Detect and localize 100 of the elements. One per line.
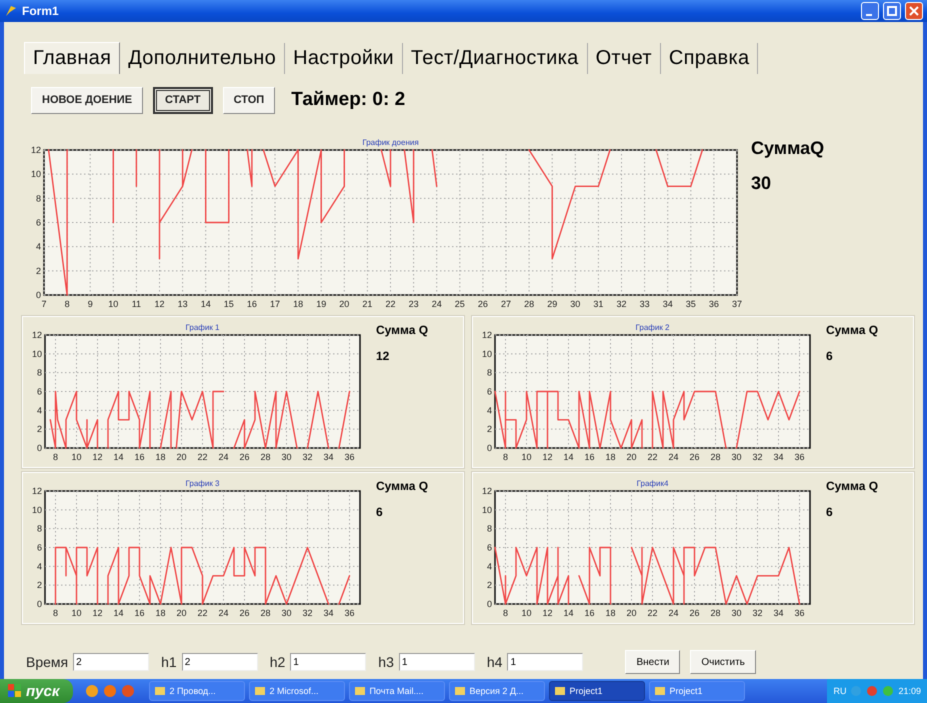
taskbar-item[interactable]: Project1 (549, 681, 646, 701)
tick-label: 16 (134, 452, 144, 462)
minimize-icon[interactable] (861, 2, 879, 20)
tick-label: 36 (794, 608, 804, 618)
tick-label: 12 (542, 452, 552, 462)
tick-label: 6 (486, 386, 492, 396)
tick-label: 10 (482, 504, 492, 515)
field-label: h1 (161, 654, 177, 670)
tick-label: 24 (218, 452, 228, 462)
tab[interactable]: Отчет (588, 43, 661, 74)
tick-label: 16 (134, 608, 144, 618)
tick-label: 10 (72, 452, 82, 462)
tick-label: 0 (486, 443, 492, 453)
tick-label: 8 (503, 452, 508, 462)
tick-label: 28 (260, 608, 270, 618)
tick-label: 2 (36, 580, 42, 590)
form-button[interactable]: Очистить (690, 650, 756, 674)
window-icon (354, 685, 366, 697)
taskbar-item[interactable]: 2 Провод... (149, 681, 246, 701)
taskbar-item[interactable]: 2 Microsof... (249, 681, 346, 701)
maximize-icon[interactable] (883, 2, 901, 20)
tick-label: 8 (53, 608, 58, 618)
tick-label: 8 (486, 368, 492, 378)
sum-value: 30 (751, 173, 772, 194)
tick-label: 12 (542, 608, 552, 618)
tick-label: 16 (584, 452, 594, 462)
toolbar-button[interactable]: СТАРТ (153, 86, 213, 114)
tick-label: 4 (36, 561, 42, 572)
tick-label: 23 (408, 299, 419, 309)
tick-label: 8 (64, 299, 70, 309)
tick-label: 0 (36, 290, 41, 300)
input-field[interactable]: 2 (73, 653, 150, 671)
field-label: h2 (270, 654, 286, 670)
tick-label: 14 (114, 452, 124, 462)
tick-label: 8 (36, 193, 41, 204)
tick-label: 4 (36, 242, 41, 252)
tick-label: 26 (690, 452, 700, 462)
tick-label: 28 (710, 452, 720, 462)
tick-label: 10 (32, 348, 42, 359)
input-field[interactable]: 1 (507, 653, 584, 671)
tick-label: 18 (156, 452, 166, 462)
tab[interactable]: Дополнительно (120, 43, 286, 74)
tick-label: 24 (218, 608, 228, 618)
tick-label: 37 (732, 299, 742, 309)
tick-label: 19 (316, 299, 326, 309)
tick-label: 22 (648, 608, 658, 618)
field-label: h4 (486, 654, 502, 670)
tick-label: 13 (178, 299, 188, 309)
start-button[interactable]: пуск (0, 679, 74, 703)
tick-label: 31 (593, 299, 604, 309)
chart-title: График 2 (636, 323, 670, 332)
tick-label: 10 (522, 452, 532, 462)
taskbar-label: Project1 (669, 686, 702, 696)
tick-label: 8 (36, 524, 42, 534)
taskbar-item[interactable]: Версия 2 Д... (449, 681, 546, 701)
tick-label: 18 (293, 299, 304, 309)
tab[interactable]: Тест/Диагностика (402, 43, 588, 74)
tab[interactable]: Главная (24, 42, 120, 74)
window-icon (554, 685, 566, 697)
toolbar-button[interactable]: НОВОЕ ДОЕНИЕ (31, 86, 144, 114)
tick-label: 4 (36, 405, 42, 416)
taskbar-item[interactable]: Project1 (649, 681, 746, 701)
tick-label: 20 (339, 299, 350, 309)
tick-label: 24 (668, 452, 678, 462)
chart-title: График 1 (186, 323, 220, 332)
tick-label: 30 (282, 452, 292, 462)
tab[interactable]: Справка (660, 43, 758, 74)
field-label: h3 (378, 654, 394, 670)
tick-label: 25 (454, 299, 465, 309)
tick-label: 12 (482, 486, 492, 496)
taskbar-item[interactable]: Почта Mail.... (349, 681, 446, 701)
chart-title: График доения (362, 138, 419, 147)
tick-label: 4 (486, 561, 492, 572)
close-icon[interactable] (905, 2, 923, 20)
tick-label: 32 (302, 452, 312, 462)
tab[interactable]: Настройки (285, 43, 403, 74)
input-field[interactable]: 1 (290, 653, 366, 671)
tick-label: 22 (648, 452, 658, 462)
field-label: Время (26, 654, 68, 670)
windows-flag-icon (8, 684, 22, 698)
tick-label: 26 (240, 608, 250, 618)
tick-label: 32 (616, 299, 626, 309)
tick-label: 30 (282, 608, 292, 618)
window-icon (254, 685, 266, 697)
form-button[interactable]: Внести (625, 650, 680, 674)
input-field[interactable]: 2 (182, 653, 258, 671)
tick-label: 18 (606, 608, 616, 618)
sum-label: Сумма Q (376, 323, 428, 337)
tick-label: 2 (486, 580, 492, 590)
tick-label: 6 (36, 386, 42, 396)
toolbar-button[interactable]: СТОП (222, 86, 276, 114)
tick-label: 32 (752, 608, 762, 618)
tick-label: 0 (486, 599, 492, 609)
tick-label: 12 (92, 608, 102, 618)
tick-label: 18 (606, 452, 616, 462)
tick-label: 34 (324, 608, 334, 618)
input-field[interactable]: 1 (398, 653, 475, 671)
tick-label: 18 (156, 608, 166, 618)
tick-label: 7 (42, 299, 46, 309)
taskbar-label: Почта Mail.... (369, 686, 424, 696)
